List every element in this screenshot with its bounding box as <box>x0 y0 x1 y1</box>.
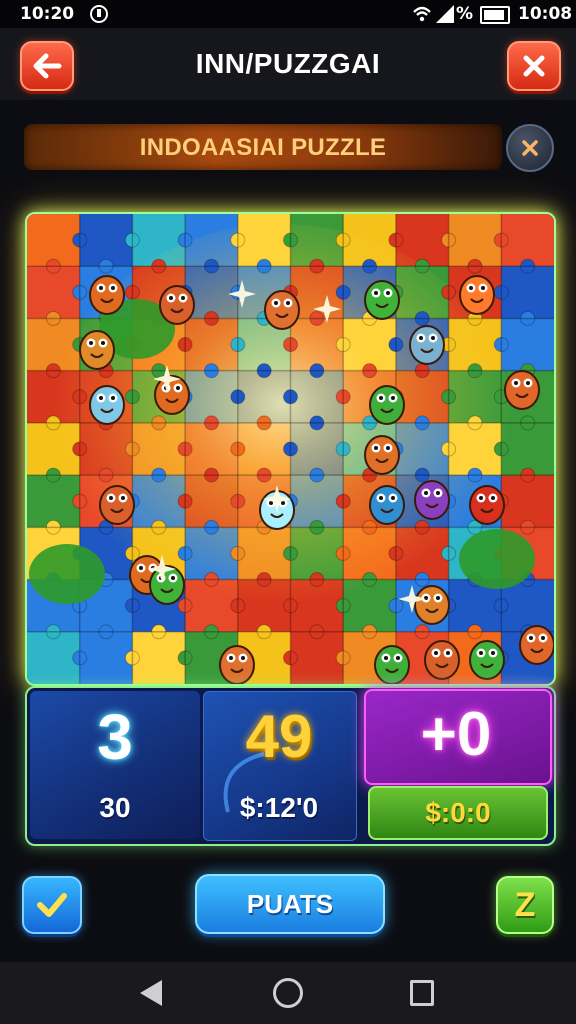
checkmark-icon <box>37 893 67 917</box>
battery-percent: % <box>456 4 474 24</box>
confirm-button[interactable] <box>22 876 82 934</box>
page-title: INN/PUZZGAI <box>195 48 381 79</box>
level-number: 3 <box>97 701 133 773</box>
close-button[interactable] <box>507 41 561 91</box>
signal-icon <box>436 5 454 23</box>
nav-recents-icon[interactable] <box>410 980 434 1006</box>
moves-subvalue: $:12'0 <box>239 792 319 823</box>
coins-button[interactable]: $:0:0 <box>368 786 548 840</box>
z-button[interactable]: Z <box>496 876 554 934</box>
banner-title: INDOAASIAI PUZZLE <box>139 134 387 161</box>
level-subvalue: 30 <box>99 792 131 823</box>
main-action-button[interactable]: PUATS <box>195 874 385 934</box>
wifi-icon <box>413 6 431 22</box>
battery-icon <box>480 6 510 24</box>
status-time-left: 10:20 <box>20 4 75 24</box>
nav-home-icon[interactable] <box>273 978 303 1008</box>
nav-back-icon[interactable] <box>138 978 164 1008</box>
puzzle-image <box>27 214 554 684</box>
z-button-label: Z <box>514 885 536 924</box>
banner-close-button[interactable] <box>506 124 554 172</box>
main-action-label: PUATS <box>246 888 334 919</box>
notification-icon <box>90 5 108 23</box>
moves-number: 49 <box>245 703 313 770</box>
coins-value: $:0:0 <box>425 797 491 828</box>
puzzle-board[interactable] <box>25 212 556 686</box>
status-time-right: 10:08 <box>518 4 573 24</box>
close-x-icon <box>523 55 545 77</box>
bonus-number: +0 <box>420 700 492 769</box>
close-icon <box>522 140 538 156</box>
